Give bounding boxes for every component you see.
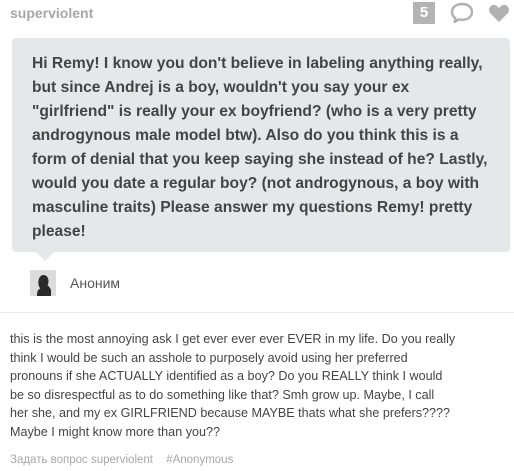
answer-line: be so disrespectful as to do something l… bbox=[10, 387, 435, 402]
answer-line: her she, and my ex GIRLFRIEND because MA… bbox=[10, 406, 451, 420]
post-header: superviolent 5 bbox=[0, 0, 514, 30]
answer-line: Maybe I might know more than you?? bbox=[10, 424, 221, 439]
answer-line: think I would be such an asshole to purp… bbox=[10, 350, 408, 365]
answer-line: pronouns if she ACTUALLY identified as a… bbox=[10, 369, 443, 383]
divider bbox=[0, 312, 514, 313]
answer-line: this is the most annoying ask I get ever… bbox=[10, 332, 456, 346]
ask-question-text: Hi Remy! I know you don't believe in lab… bbox=[32, 55, 488, 240]
ask-link[interactable]: Задать вопрос superviolent bbox=[10, 454, 153, 466]
post-footer: Задать вопрос superviolent #Anonymous bbox=[10, 454, 243, 466]
speech-bubble-icon[interactable] bbox=[450, 2, 474, 24]
notes-count-badge[interactable]: 5 bbox=[413, 2, 435, 24]
heart-icon[interactable] bbox=[488, 2, 510, 24]
ask-bubble-tail bbox=[36, 252, 54, 261]
anonymous-silhouette-icon bbox=[30, 270, 56, 296]
blog-username[interactable]: superviolent bbox=[10, 5, 93, 21]
asker-name: Аноним bbox=[70, 275, 121, 291]
answer-text: this is the most annoying ask I get ever… bbox=[10, 330, 510, 441]
tag-anonymous[interactable]: #Anonymous bbox=[166, 454, 233, 466]
ask-question-bubble: Hi Remy! I know you don't believe in lab… bbox=[12, 38, 510, 252]
